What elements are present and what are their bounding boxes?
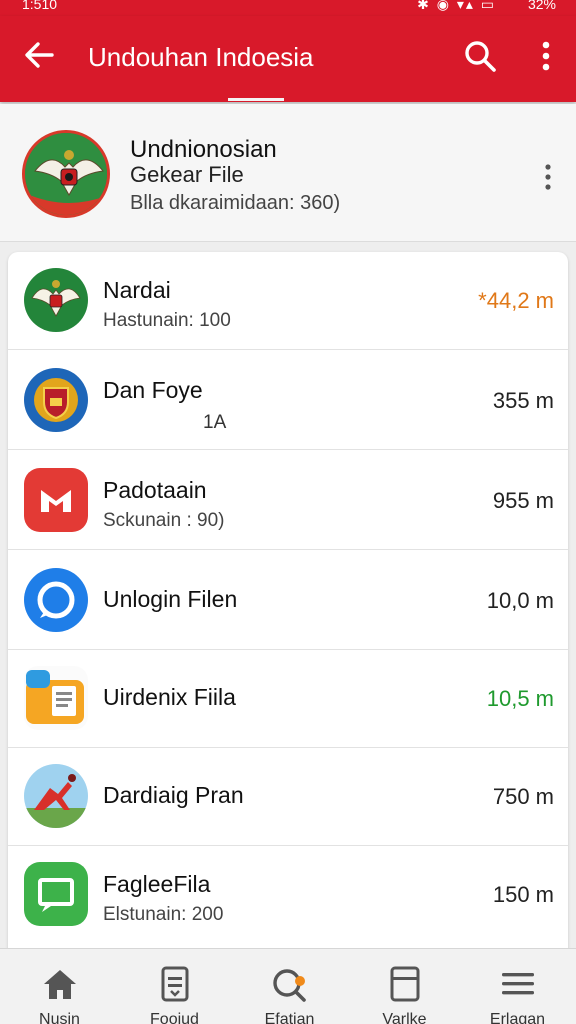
header-title: Undnionosian	[130, 136, 277, 163]
nav-item-search[interactable]: Efatian	[232, 949, 347, 1024]
item-size: *44,2 m	[478, 288, 554, 313]
list-item[interactable]: Unlogin Filen 10,0 m	[8, 552, 568, 650]
item-sub: 1A	[203, 412, 227, 433]
nav-item-box[interactable]: Varlke	[347, 949, 462, 1024]
runner-landscape-icon	[24, 764, 88, 828]
item-name: Dan Foye	[103, 377, 203, 403]
app-bar: Undouhan Indoesia	[0, 16, 576, 102]
signal-icons: ✱ ◉ ▾▴ ▭	[417, 0, 496, 12]
item-name: Nardai	[103, 277, 171, 303]
nav-item-menu[interactable]: Erlagan	[460, 949, 575, 1024]
item-name: Unlogin Filen	[103, 586, 238, 612]
item-name: Dardiaig Pran	[103, 782, 244, 808]
garuda-emblem-icon	[22, 130, 110, 218]
list-item[interactable]: Padotaain Sckunain : 90) 955 m	[8, 452, 568, 550]
garuda-emblem-icon	[24, 268, 88, 332]
nav-label: Fooiud	[150, 1011, 199, 1024]
home-icon	[44, 970, 76, 999]
item-size: 750 m	[492, 784, 554, 809]
tab-indicator	[228, 98, 284, 101]
green-screen-icon	[24, 862, 88, 926]
list-item[interactable]: Nardai Hastunain: 100 *44,2 m	[8, 252, 568, 350]
list-item[interactable]: Dardiaig Pran 750 m	[8, 748, 568, 846]
bookmark-box-icon	[390, 966, 420, 1002]
item-name: FagleeFila	[103, 871, 211, 897]
page-title: Undouhan Indoesia	[88, 42, 314, 72]
search-icon[interactable]	[462, 38, 498, 74]
item-size: 955 m	[492, 488, 554, 513]
header-more-icon[interactable]	[542, 162, 554, 192]
item-size: 10,0 m	[486, 588, 554, 613]
nav-label: Varlke	[382, 1011, 427, 1024]
item-size: 150 m	[492, 882, 554, 907]
list-item[interactable]: Uirdenix Fiila 10,5 m	[8, 650, 568, 748]
status-bar: 1:510 ✱ ◉ ▾▴ ▭ 32%	[0, 0, 576, 16]
item-name: Padotaain	[103, 477, 207, 503]
nav-item-document[interactable]: Fooiud	[117, 949, 232, 1024]
battery-level: 32%	[527, 0, 556, 12]
bottom-nav: Nusin Fooiud Efatian Varlke Erlagan	[0, 948, 576, 1024]
chat-bubble-icon	[24, 568, 88, 632]
header-card[interactable]: Undnionosian Gekear File Blla dkaraimida…	[0, 104, 576, 242]
document-icon	[161, 966, 189, 1002]
red-m-app-icon	[24, 468, 88, 532]
nav-item-home[interactable]: Nusin	[2, 949, 117, 1024]
item-sub: Elstunain: 200	[103, 904, 224, 925]
header-subtitle: Gekear File	[130, 162, 244, 187]
nav-label: Nusin	[39, 1011, 80, 1024]
list-item[interactable]: FagleeFila Elstunain: 200 150 m	[8, 846, 568, 944]
nav-label: Efatian	[264, 1011, 315, 1024]
status-time: 1:510	[22, 0, 58, 12]
folder-document-icon	[24, 666, 88, 730]
item-name: Uirdenix Fiila	[103, 684, 236, 710]
search-badge-icon	[273, 969, 306, 1002]
menu-icon	[502, 973, 534, 995]
back-arrow-icon[interactable]	[22, 38, 56, 72]
shield-emblem-icon	[24, 368, 88, 432]
item-size: 355 m	[492, 388, 554, 413]
file-list: Nardai Hastunain: 100 *44,2 m Dan Foye 1…	[8, 252, 568, 952]
more-vert-icon[interactable]	[534, 38, 558, 74]
item-sub: Sckunain : 90)	[103, 510, 225, 531]
item-size: 10,5 m	[486, 686, 554, 711]
item-sub: Hastunain: 100	[103, 310, 231, 331]
header-meta: Blla dkaraimidaan: 360)	[130, 192, 341, 214]
list-item[interactable]: Dan Foye 1A 355 m	[8, 352, 568, 450]
nav-label: Erlagan	[489, 1011, 546, 1024]
